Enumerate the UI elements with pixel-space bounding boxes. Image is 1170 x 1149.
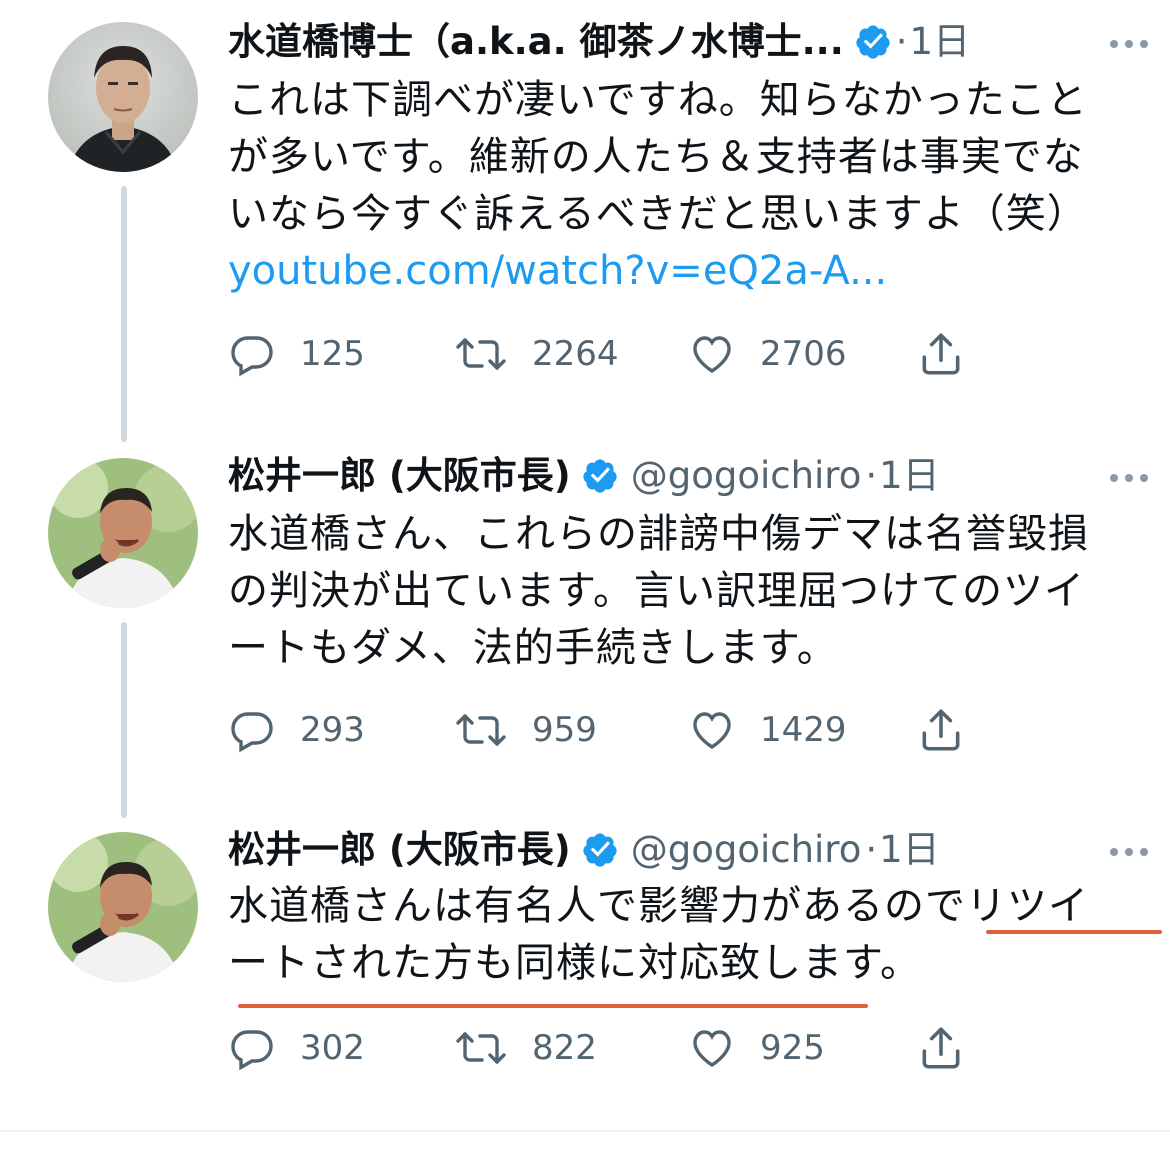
verified-badge-icon [581,457,619,495]
share-button[interactable] [916,1020,966,1076]
separator-dot: · [865,454,878,497]
more-icon[interactable] [1110,834,1148,870]
retweet-icon [454,706,508,754]
timestamp[interactable]: 1日 [879,822,940,878]
like-count: 925 [760,1028,825,1068]
like-count: 2706 [760,334,847,374]
tweet[interactable]: 水道橋博士（a.k.a. 御茶ノ水博士... · 1日 これは下調べが凄いですね… [0,0,1170,420]
reply-button[interactable]: 125 [228,326,365,382]
reply-count: 125 [300,334,365,374]
more-icon[interactable] [1110,26,1148,62]
share-icon [916,329,966,379]
tweet-text-line: これは下調べが凄いですね。知らなかったこと [228,77,1088,123]
separator-dot: · [865,828,878,871]
tweet-header: 松井一郎 (大阪市長) @gogoichiro · 1日 [228,448,1150,504]
heart-icon [688,706,736,754]
reply-icon [228,706,276,754]
tweet-text-line: 水道橋さんは有名人で影響力があるのでリツイ [228,883,1089,929]
tweet[interactable]: 松井一郎 (大阪市長) @gogoichiro · 1日 水道橋さん、これらの誹… [0,440,1170,800]
highlight-underline [986,930,1162,934]
timestamp[interactable]: 1日 [879,448,940,504]
tweet[interactable]: 松井一郎 (大阪市長) @gogoichiro · 1日 水道橋さんは有名人で影… [0,816,1170,1116]
reply-count: 302 [300,1028,365,1068]
display-name[interactable]: 松井一郎 (大阪市長) [228,448,571,504]
reply-button[interactable]: 293 [228,702,365,758]
reply-button[interactable]: 302 [228,1020,365,1076]
share-button[interactable] [916,326,966,382]
tweet-text: 水道橋さん、これらの誹謗中傷デマは名誉毀損 の判決が出ています。言い訳理屈つけて… [228,506,1128,677]
tweet-text-line: の判決が出ています。言い訳理屈つけてのツイ [228,568,1085,614]
tweet-actions: 302 822 925 [228,1020,988,1076]
avatar[interactable] [48,458,198,608]
retweet-button[interactable]: 959 [454,702,597,758]
like-count: 1429 [760,710,847,750]
retweet-count: 959 [532,710,597,750]
separator-dot: · [895,20,908,63]
display-name[interactable]: 松井一郎 (大阪市長) [228,822,571,878]
share-button[interactable] [916,702,966,758]
highlight-underline [238,1004,868,1008]
tweet-link[interactable]: youtube.com/watch?v=eQ2a-A... [228,243,1128,300]
retweet-icon [454,330,508,378]
handle[interactable]: @gogoichiro [631,448,862,504]
like-button[interactable]: 925 [688,1020,825,1076]
tweet-text-line: いなら今すぐ訴えるべきだと思いますよ（笑） [228,191,1088,237]
retweet-icon [454,1024,508,1072]
tweet-actions: 293 959 1429 [228,702,988,758]
retweet-button[interactable]: 822 [454,1020,597,1076]
tweet-text-line: 水道橋さん、これらの誹謗中傷デマは名誉毀損 [228,511,1089,557]
like-button[interactable]: 1429 [688,702,847,758]
retweet-button[interactable]: 2264 [454,326,619,382]
share-icon [916,1023,966,1073]
divider [0,1130,1170,1132]
heart-icon [688,330,736,378]
share-icon [916,705,966,755]
display-name[interactable]: 水道橋博士（a.k.a. 御茶ノ水博士... [228,14,844,70]
retweet-count: 822 [532,1028,597,1068]
like-button[interactable]: 2706 [688,326,847,382]
tweet-text-line: が多いです。維新の人たち＆支持者は事実でな [228,134,1084,180]
more-icon[interactable] [1110,460,1148,496]
avatar[interactable] [48,22,198,172]
verified-badge-icon [854,23,892,61]
tweet-text-line: ートされた方も同様に対応致します。 [228,940,921,986]
verified-badge-icon [581,831,619,869]
tweet-header: 松井一郎 (大阪市長) @gogoichiro · 1日 [228,822,1150,878]
reply-count: 293 [300,710,365,750]
tweet-text: 水道橋さんは有名人で影響力があるのでリツイ ートされた方も同様に対応致します。 [228,878,1128,992]
tweet-header: 水道橋博士（a.k.a. 御茶ノ水博士... · 1日 [228,14,1150,70]
reply-icon [228,330,276,378]
heart-icon [688,1024,736,1072]
timestamp[interactable]: 1日 [910,14,971,70]
tweet-text: これは下調べが凄いですね。知らなかったこと が多いです。維新の人たち＆支持者は事… [228,72,1128,300]
reply-icon [228,1024,276,1072]
retweet-count: 2264 [532,334,619,374]
tweet-text-line: ートもダメ、法的手続きします。 [228,625,838,671]
avatar[interactable] [48,832,198,982]
tweet-actions: 125 2264 2706 [228,326,988,382]
handle[interactable]: @gogoichiro [631,822,862,878]
tweet-thread: 水道橋博士（a.k.a. 御茶ノ水博士... · 1日 これは下調べが凄いですね… [0,0,1170,1149]
